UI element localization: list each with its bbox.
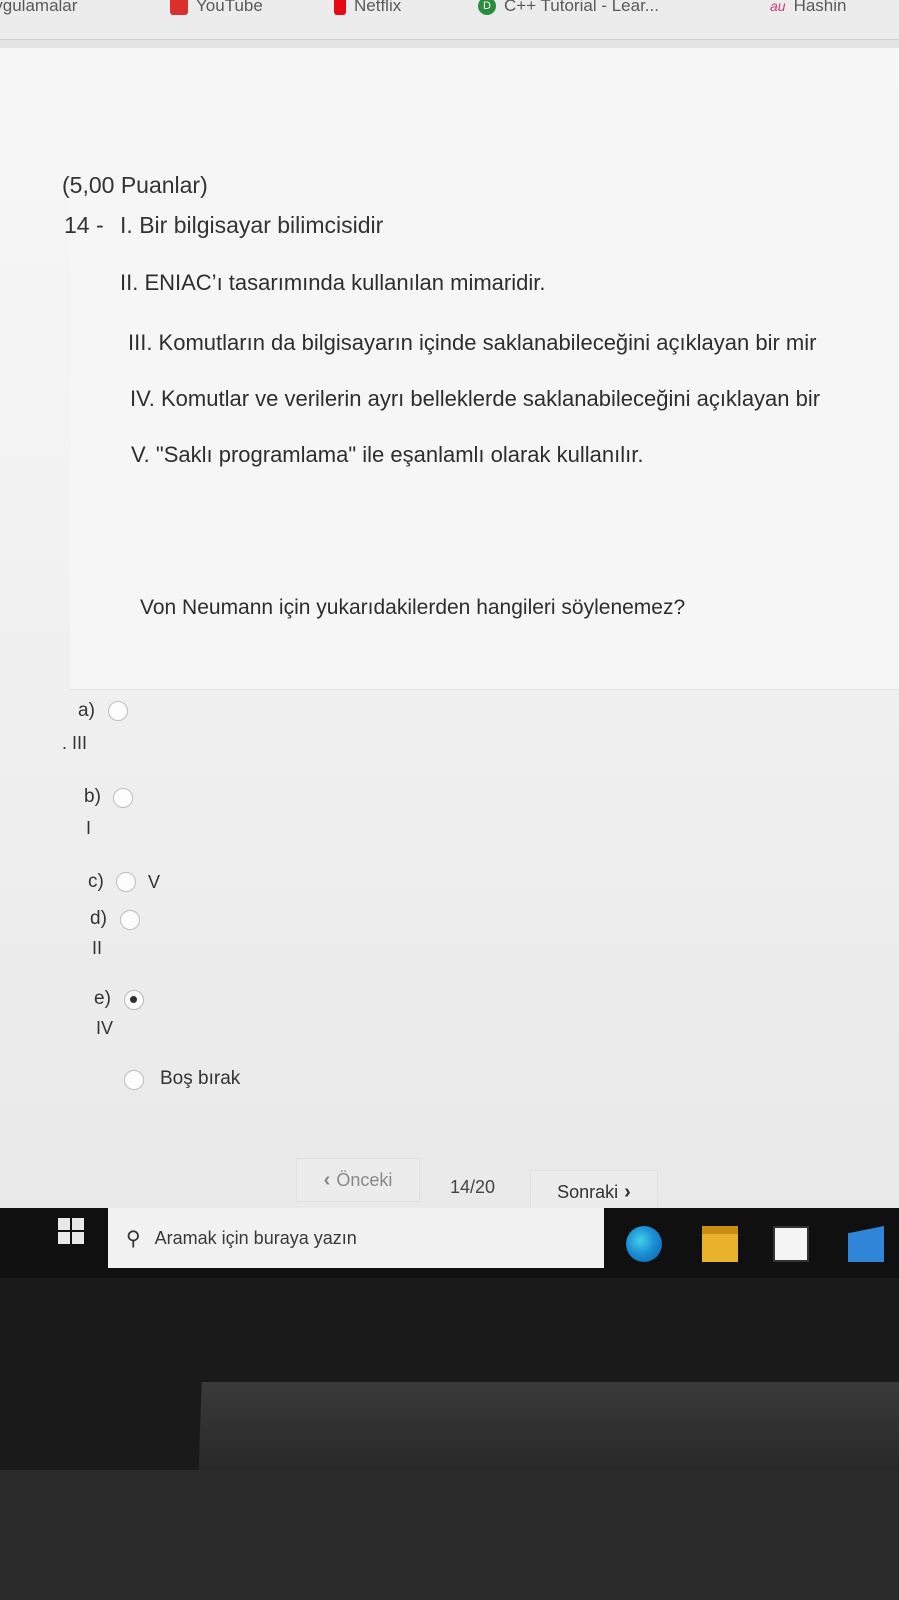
skip-radio[interactable] xyxy=(124,1070,144,1090)
chevron-right-icon: › xyxy=(624,1180,631,1203)
bookmark-hashin[interactable]: au Hashin xyxy=(770,0,847,16)
previous-button[interactable]: ‹ Önceki xyxy=(296,1158,420,1202)
quiz-page: (5,00 Puanlar) 14 - I. Bir bilgisayar bi… xyxy=(0,40,899,1225)
bookmark-label: Netflix xyxy=(354,0,402,15)
au-site-icon: au xyxy=(770,0,786,14)
option-b-letter: b) xyxy=(84,786,101,807)
search-placeholder: Aramak için buraya yazın xyxy=(154,1227,357,1248)
statement-3: III. Komutların da bilgisayarın içinde s… xyxy=(128,330,817,355)
question-number: 14 - I. Bir bilgisayar bilimcisidir xyxy=(64,212,383,239)
page-header-strip xyxy=(0,40,899,48)
option-d-letter: d) xyxy=(90,908,107,929)
previous-label: Önceki xyxy=(336,1169,393,1190)
tutorial-site-icon: D xyxy=(478,0,496,15)
windows-taskbar: ⚲ Aramak için buraya yazın xyxy=(0,1208,899,1278)
bookmark-label: YouTube xyxy=(196,0,263,15)
bookmark-cpp-tutorial[interactable]: D C++ Tutorial - Lear... xyxy=(478,0,659,16)
bookmark-label: Uygulamalar xyxy=(0,0,78,15)
question-text: Von Neumann için yukarıdakilerden hangil… xyxy=(140,596,686,619)
bookmark-youtube[interactable]: YouTube xyxy=(170,0,263,16)
option-e-letter: e) xyxy=(94,988,111,1009)
statement-1: I. Bir bilgisayar bilimcisidir xyxy=(120,212,384,238)
page-indicator: 14/20 xyxy=(450,1177,496,1197)
statement-5: V. "Saklı programlama" ile eşanlamlı ola… xyxy=(131,442,644,467)
taskbar-search-input[interactable]: ⚲ Aramak için buraya yazın xyxy=(108,1208,604,1268)
option-b-value: I xyxy=(86,818,92,838)
option-c-value: V xyxy=(148,872,161,892)
option-d-value: II xyxy=(92,938,103,958)
option-a-letter: a) xyxy=(78,700,95,721)
next-label: Sonraki xyxy=(557,1181,619,1202)
mail-icon[interactable] xyxy=(848,1226,884,1262)
windows-start-icon[interactable] xyxy=(58,1218,84,1244)
question-points: (5,00 Puanlar) xyxy=(62,172,208,198)
option-a-radio[interactable] xyxy=(108,701,128,721)
keyboard-edge xyxy=(198,1382,899,1482)
option-e-value: IV xyxy=(96,1018,114,1038)
option-c-radio[interactable] xyxy=(116,872,136,892)
option-c-letter: c) xyxy=(88,871,104,892)
netflix-icon xyxy=(334,0,346,15)
store-icon[interactable] xyxy=(773,1226,809,1262)
option-a-value: . III xyxy=(62,733,88,753)
bookmark-label: Hashin xyxy=(793,0,847,15)
statement-4: IV. Komutlar ve verilerin ayrı bellekler… xyxy=(130,386,821,411)
bookmark-netflix[interactable]: Netflix xyxy=(334,0,401,16)
chevron-left-icon: ‹ xyxy=(323,1168,331,1191)
search-icon: ⚲ xyxy=(126,1227,141,1250)
desk-surface xyxy=(0,1470,899,1600)
option-e-radio[interactable] xyxy=(124,990,144,1010)
option-b-radio[interactable] xyxy=(113,788,133,808)
skip-label: Boş bırak xyxy=(160,1068,241,1089)
file-explorer-icon[interactable] xyxy=(702,1226,738,1262)
youtube-icon xyxy=(170,0,188,15)
option-d-radio[interactable] xyxy=(120,910,140,930)
bookmark-label: C++ Tutorial - Lear... xyxy=(504,0,659,15)
edge-browser-icon[interactable] xyxy=(626,1226,662,1262)
bookmark-apps[interactable]: Uygulamalar xyxy=(0,0,77,16)
statement-2: II. ENIAC’ı tasarımında kullanılan mimar… xyxy=(120,270,546,295)
bookmarks-bar: Uygulamalar YouTube Netflix D C++ Tutori… xyxy=(0,0,899,40)
question-number-label: 14 - xyxy=(64,212,104,238)
